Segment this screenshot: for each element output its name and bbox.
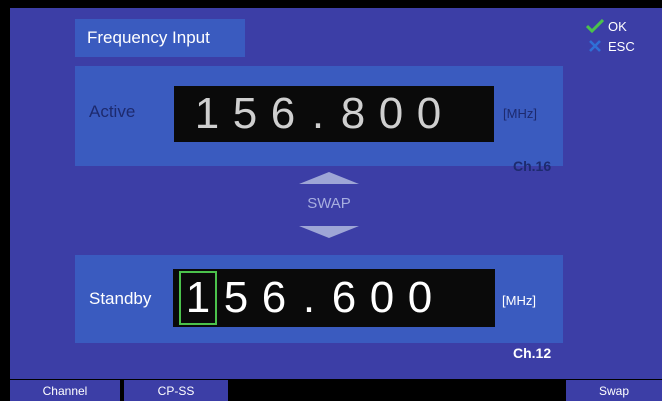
standby-unit: [MHz]: [502, 293, 536, 308]
swap-label: SWAP: [307, 195, 351, 212]
active-digit: 5: [232, 89, 258, 138]
page-title: Frequency Input: [75, 19, 245, 57]
standby-channel: Ch.12: [513, 345, 552, 361]
esc-button[interactable]: ESC: [586, 36, 635, 56]
standby-label: Standby: [89, 289, 152, 308]
active-digit: 6: [270, 89, 296, 138]
standby-frequency-panel: Standby 1 5 6 . 6 0 0 [MHz]: [75, 255, 563, 343]
swap-softkey-label: Swap: [598, 383, 630, 398]
active-label: Active: [89, 102, 136, 121]
swap-softkey[interactable]: Swap: [566, 380, 662, 401]
active-digit: 8: [340, 89, 366, 138]
ok-button[interactable]: OK: [586, 16, 635, 36]
cp-ss-softkey-label: CP-SS: [157, 383, 195, 398]
active-decimal-point: .: [311, 89, 325, 138]
standby-digit[interactable]: 6: [325, 270, 363, 326]
active-frequency-panel: Active 1 5 6 . 8 0 0 [MHz]: [75, 66, 563, 166]
standby-digit[interactable]: 6: [255, 270, 293, 326]
standby-digit-cursor[interactable]: 1: [179, 271, 217, 325]
standby-digit[interactable]: 0: [363, 270, 401, 326]
arrow-up-icon: [299, 172, 359, 184]
top-right-softkeys: OK ESC: [586, 16, 635, 56]
standby-digit[interactable]: 5: [217, 270, 255, 326]
active-digit: 0: [378, 89, 404, 138]
channel-softkey-label: Channel: [42, 383, 88, 398]
active-digit: 0: [416, 89, 442, 138]
active-frequency-display: 1 5 6 . 8 0 0: [174, 86, 494, 142]
esc-label: ESC: [608, 38, 635, 54]
active-digit: 1: [194, 89, 220, 138]
ok-label: OK: [608, 18, 627, 34]
swap-button[interactable]: SWAP: [296, 172, 362, 240]
page-title-text: Frequency Input: [87, 28, 210, 47]
standby-decimal-point: .: [302, 273, 316, 322]
channel-softkey[interactable]: Channel: [10, 380, 120, 401]
cp-ss-softkey[interactable]: CP-SS: [124, 380, 228, 401]
active-channel: Ch.16: [513, 158, 552, 174]
x-icon: [589, 40, 601, 52]
arrow-down-icon: [299, 226, 359, 238]
active-unit: [MHz]: [503, 106, 537, 121]
standby-frequency-display[interactable]: 1 5 6 . 6 0 0: [173, 269, 495, 327]
check-icon: [586, 19, 604, 33]
standby-digit[interactable]: 0: [401, 270, 439, 326]
